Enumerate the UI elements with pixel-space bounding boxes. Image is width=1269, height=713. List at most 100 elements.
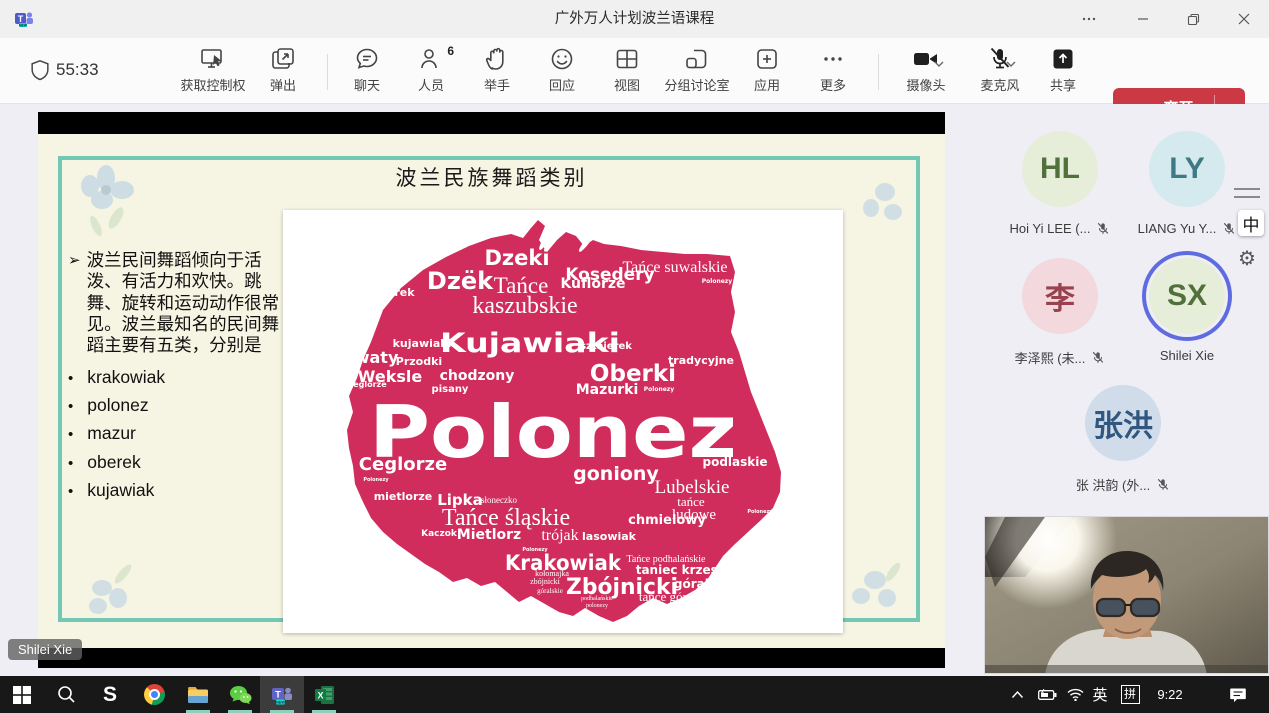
taskbar-clock[interactable]: 9:22 bbox=[1148, 676, 1192, 713]
window-more-button[interactable] bbox=[1066, 0, 1112, 38]
chrome-icon bbox=[144, 684, 165, 705]
ime-floating-bar: 中 ⚙ bbox=[1228, 188, 1268, 271]
start-button[interactable] bbox=[0, 676, 44, 713]
share-label: 共享 bbox=[1050, 75, 1076, 94]
participant-name: Hoi Yi LEE (... bbox=[1010, 221, 1091, 236]
wordcloud-word: zbójnicki bbox=[530, 577, 561, 586]
taskbar-app-excel[interactable]: X bbox=[302, 676, 346, 713]
breakout-rooms-icon bbox=[684, 46, 710, 72]
mic-muted-icon bbox=[987, 46, 1013, 72]
take-control-label: 获取控制权 bbox=[180, 75, 245, 94]
participant-tile[interactable]: 李 李泽熙 (未... bbox=[995, 258, 1125, 367]
ime-language-indicator[interactable]: 英 bbox=[1086, 676, 1114, 713]
windows-logo-icon bbox=[13, 686, 31, 704]
wechat-icon bbox=[229, 685, 252, 705]
camera-button[interactable]: 摄像头 bbox=[888, 46, 964, 100]
self-video-tile[interactable] bbox=[984, 516, 1269, 674]
taskbar-app-teams[interactable]: T NEW bbox=[260, 676, 304, 713]
more-button[interactable]: 更多 bbox=[803, 46, 863, 100]
mic-button[interactable]: 麦克风 bbox=[962, 46, 1038, 100]
wordcloud-word: Kaczok bbox=[421, 529, 458, 539]
taskbar-app-wechat[interactable] bbox=[218, 676, 262, 713]
avatar: HL bbox=[1022, 131, 1098, 207]
wordcloud-word: podlaskie bbox=[702, 455, 767, 469]
breakout-rooms-button[interactable]: 分组讨论室 bbox=[652, 46, 742, 100]
participant-name: 李泽熙 (未... bbox=[1015, 348, 1086, 367]
wordcloud-word: Ceglorze bbox=[359, 454, 447, 475]
chat-button[interactable]: 聊天 bbox=[337, 46, 397, 100]
people-count-badge: 6 bbox=[447, 44, 454, 58]
react-button[interactable]: 回应 bbox=[532, 46, 592, 100]
webcam-video bbox=[985, 517, 1269, 674]
wordcloud-word: Ceglorze bbox=[347, 380, 387, 389]
wordcloud-word: polonezy bbox=[586, 603, 608, 609]
taskbar-search-button[interactable] bbox=[44, 676, 88, 713]
ime-pinyin-indicator[interactable]: 拼 bbox=[1116, 676, 1144, 713]
raise-hand-button[interactable]: 举手 bbox=[467, 46, 527, 100]
slide-title: 波兰民族舞蹈类别 bbox=[38, 162, 945, 192]
taskbar-app-s[interactable]: S bbox=[88, 676, 132, 713]
share-button[interactable]: 共享 bbox=[1038, 46, 1088, 100]
s-app-icon: S bbox=[103, 683, 117, 707]
wordcloud-word: Mietlorz bbox=[457, 527, 521, 543]
minimize-button[interactable] bbox=[1120, 0, 1166, 38]
title-bar: T NEW 广外万人计划波兰语课程 bbox=[0, 0, 1269, 38]
close-button[interactable] bbox=[1221, 0, 1267, 38]
breakout-rooms-label: 分组讨论室 bbox=[664, 75, 729, 94]
shield-icon bbox=[28, 58, 52, 84]
slide-bullet-list: •krakowiak •polonez •mazur •oberek •kuja… bbox=[68, 367, 290, 502]
avatar: 李 bbox=[1022, 258, 1098, 334]
mic-chevron-icon[interactable] bbox=[1005, 60, 1017, 68]
participant-name: 张 洪韵 (外... bbox=[1076, 475, 1150, 494]
list-item: •kujawiak bbox=[68, 480, 290, 501]
mic-muted-icon bbox=[1156, 478, 1170, 492]
wordcloud-word: tańce góralskie bbox=[639, 589, 718, 604]
wordcloud-word: mietlorze bbox=[374, 490, 433, 503]
apps-button[interactable]: 应用 bbox=[737, 46, 797, 100]
react-label: 回应 bbox=[549, 75, 575, 94]
notification-center-button[interactable] bbox=[1218, 676, 1258, 713]
participant-tile[interactable]: HL Hoi Yi LEE (... bbox=[995, 131, 1125, 236]
taskbar-app-explorer[interactable] bbox=[176, 676, 220, 713]
chat-icon bbox=[354, 46, 380, 72]
slide-text-block: ➢ 波兰民间舞蹈倾向于活泼、有活力和欢快。跳舞、旋转和运动动作很常见。波兰最知名… bbox=[68, 250, 290, 501]
people-icon bbox=[418, 46, 444, 72]
wordcloud-word: Polonezy bbox=[702, 278, 733, 285]
restore-icon bbox=[1187, 13, 1200, 26]
ime-language-button[interactable]: 中 bbox=[1238, 210, 1264, 236]
wordcloud-word: Tańce suwalskie bbox=[622, 259, 727, 276]
view-button[interactable]: 视图 bbox=[597, 46, 657, 100]
restore-button[interactable] bbox=[1170, 0, 1216, 38]
wordcloud-word: Wiwaty bbox=[332, 348, 399, 367]
wordcloud-word: Dzeki bbox=[484, 246, 549, 270]
popout-label: 弹出 bbox=[270, 75, 296, 94]
wordcloud-word: Polonezy bbox=[490, 214, 521, 221]
participant-tile[interactable]: SX Shilei Xie bbox=[1122, 258, 1252, 363]
chat-label: 聊天 bbox=[354, 75, 380, 94]
ime-drag-handle[interactable] bbox=[1234, 188, 1260, 198]
search-icon bbox=[57, 685, 76, 704]
participant-tile[interactable]: 张洪 张 洪韵 (外... bbox=[1058, 385, 1188, 494]
wordcloud-word: sztajerek bbox=[357, 286, 415, 299]
taskbar-app-chrome[interactable] bbox=[132, 676, 176, 713]
battery-indicator[interactable] bbox=[1032, 676, 1062, 713]
camera-chevron-icon[interactable] bbox=[933, 60, 945, 68]
taskbar: S T bbox=[0, 676, 1269, 713]
popout-button[interactable]: 弹出 bbox=[253, 46, 313, 100]
participant-name: LIANG Yu Y... bbox=[1138, 221, 1217, 236]
notification-icon bbox=[1229, 687, 1247, 703]
wordcloud-word: podhalańskie bbox=[581, 596, 613, 602]
minimize-icon bbox=[1137, 13, 1149, 25]
wordcloud-word: chmielowy bbox=[628, 513, 706, 528]
wordcloud-word: chodzony bbox=[440, 368, 515, 384]
meeting-timer: 55:33 bbox=[56, 60, 99, 80]
arrow-bullet: ➢ bbox=[68, 250, 81, 357]
people-label: 人员 bbox=[418, 75, 444, 94]
gear-icon[interactable]: ⚙ bbox=[1238, 246, 1268, 271]
tray-show-hidden-button[interactable] bbox=[1000, 676, 1034, 713]
take-control-button[interactable]: 获取控制权 bbox=[173, 46, 253, 100]
wordcloud-card: PolonezyDzekiKosederyTańce suwalskieDzëk… bbox=[283, 210, 843, 633]
wordcloud-word: Dzëk bbox=[427, 267, 494, 295]
people-button[interactable]: 6 人员 bbox=[401, 46, 461, 100]
view-label: 视图 bbox=[614, 75, 640, 94]
